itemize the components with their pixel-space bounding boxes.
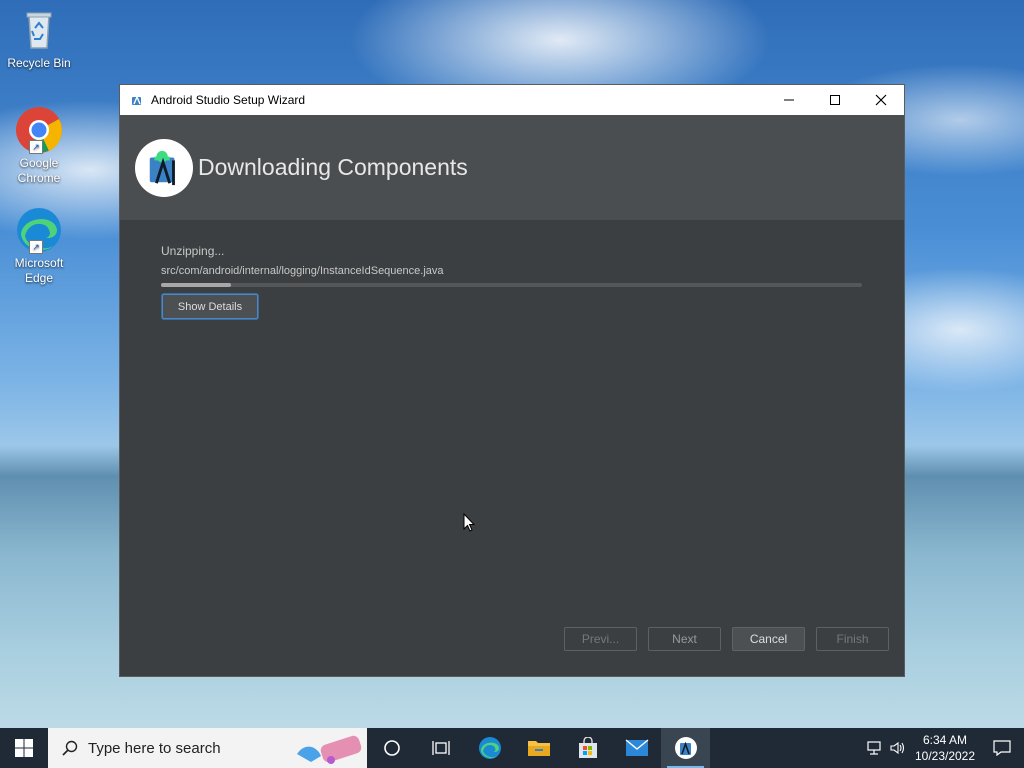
cortana-circle-icon xyxy=(383,740,400,756)
folder-icon xyxy=(527,741,550,756)
network-icon xyxy=(867,741,881,755)
minimize-button[interactable] xyxy=(766,85,812,115)
search-placeholder: Type here to search xyxy=(88,739,221,757)
maximize-button[interactable] xyxy=(812,85,858,115)
taskbar-android-studio[interactable] xyxy=(661,728,710,768)
start-button[interactable] xyxy=(0,728,48,768)
taskbar: Type here to search 6:34 AM 10/23/2022 xyxy=(0,728,1024,768)
mail-icon xyxy=(625,739,648,756)
wizard-header: Downloading Components xyxy=(120,115,904,220)
windows-logo-icon xyxy=(15,739,33,757)
store-bag-icon xyxy=(578,737,597,758)
shortcut-arrow-icon: ↗ xyxy=(29,140,43,154)
speaker-icon xyxy=(890,741,905,755)
taskbar-cortana[interactable] xyxy=(367,728,416,768)
clock-date: 10/23/2022 xyxy=(914,749,976,763)
taskbar-task-view[interactable] xyxy=(416,728,465,768)
shortcut-arrow-icon: ↗ xyxy=(29,240,43,254)
setup-wizard-window: Android Studio Setup Wizard Downloading … xyxy=(119,84,905,677)
current-file-path: src/com/android/internal/logging/Instanc… xyxy=(161,265,444,277)
close-icon xyxy=(875,94,887,106)
chrome-label: Google Chrome xyxy=(17,156,61,185)
page-title: Downloading Components xyxy=(198,154,468,180)
status-text: Unzipping... xyxy=(161,244,225,258)
android-studio-small-icon xyxy=(132,95,141,105)
desktop-icon-chrome[interactable]: ↗ Google Chrome xyxy=(1,106,77,186)
next-button[interactable]: Next xyxy=(648,627,721,651)
progress-bar xyxy=(161,283,862,287)
taskbar-file-explorer[interactable] xyxy=(514,728,563,768)
progress-fill xyxy=(161,283,232,287)
edge-icon xyxy=(478,737,501,759)
edge-icon: ↗ xyxy=(15,206,63,254)
minimize-icon xyxy=(784,99,794,101)
network-tray[interactable] xyxy=(862,728,886,768)
recycle-bin-icon xyxy=(15,6,63,54)
desktop-icon-edge[interactable]: ↗ Microsoft Edge xyxy=(1,206,77,286)
close-button[interactable] xyxy=(858,85,904,115)
edge-label: Microsoft Edge xyxy=(14,256,64,285)
taskbar-edge[interactable] xyxy=(465,728,514,768)
desktop-icon-recycle-bin[interactable]: Recycle Bin xyxy=(1,6,77,71)
taskbar-mail[interactable] xyxy=(612,728,661,768)
taskbar-store[interactable] xyxy=(563,728,612,768)
finish-button[interactable]: Finish xyxy=(816,627,889,651)
maximize-icon xyxy=(830,95,840,105)
notification-center-button[interactable] xyxy=(980,728,1024,768)
search-highlight-illustration-icon xyxy=(297,735,362,764)
task-view-icon xyxy=(431,741,450,755)
chrome-icon: ↗ xyxy=(15,106,63,154)
show-details-button[interactable]: Show Details xyxy=(162,294,258,319)
search-icon xyxy=(62,740,78,756)
title-bar[interactable]: Android Studio Setup Wizard xyxy=(120,85,904,115)
wizard-button-row: Previ... Next Cancel Finish xyxy=(564,627,889,651)
clock-time: 6:34 AM xyxy=(922,733,968,747)
clock[interactable]: 6:34 AM 10/23/2022 xyxy=(910,732,980,764)
previous-button[interactable]: Previ... xyxy=(564,627,637,651)
notification-icon xyxy=(993,740,1011,756)
volume-tray[interactable] xyxy=(886,728,910,768)
recycle-bin-label: Recycle Bin xyxy=(7,56,71,70)
android-studio-icon xyxy=(674,737,697,759)
mouse-cursor-icon xyxy=(463,513,475,532)
window-title: Android Studio Setup Wizard xyxy=(151,93,306,107)
taskbar-search-box[interactable]: Type here to search xyxy=(48,728,367,768)
cancel-button[interactable]: Cancel xyxy=(732,627,805,651)
wizard-content: Unzipping... src/com/android/internal/lo… xyxy=(120,220,904,676)
android-studio-logo-icon xyxy=(135,138,193,197)
system-tray: 6:34 AM 10/23/2022 xyxy=(862,728,1024,768)
